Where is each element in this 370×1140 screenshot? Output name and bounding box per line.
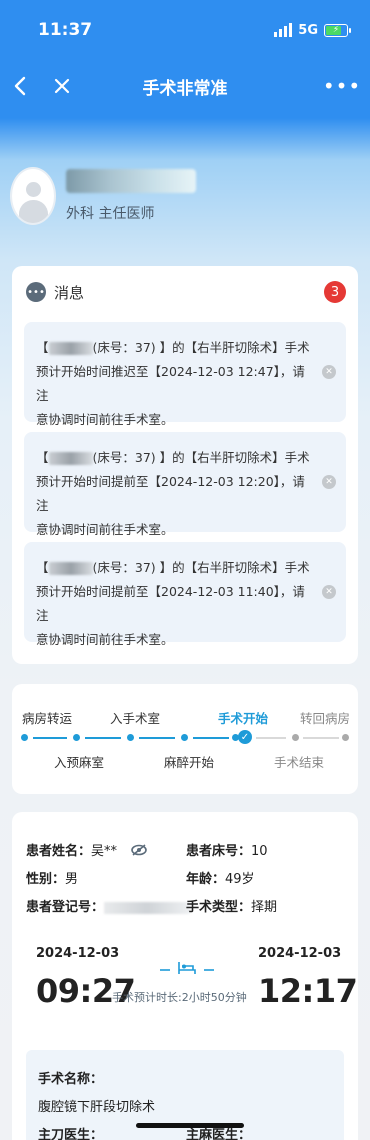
message-item[interactable]: 【 (床号：37) 】的【右半肝切除术】手术 预计开始时间推迟至【2024-12-…	[24, 322, 346, 427]
messages-header: ••• 消息 3	[12, 266, 358, 318]
step-surgery-start: 手术开始	[218, 711, 269, 726]
nav-bar: 手术非常准 •••	[0, 60, 370, 112]
message-item[interactable]: 【 (床号：37) 】的【右半肝切除术】手术 预计开始时间提前至【2024-12-…	[24, 432, 346, 537]
surgery-type-row: 手术类型：择期	[186, 896, 277, 915]
duration-label: 手术预计时长:2小时50分钟	[112, 991, 247, 1004]
step-ward-transfer: 病房转运	[22, 711, 73, 726]
surgeon-label: 主刀医生：	[38, 1128, 104, 1140]
step-enter-or: 入手术室	[110, 711, 161, 726]
message-text: 预计开始时间提前至【2024-12-03 11:40】，请注	[36, 584, 305, 623]
messages-title: 消息	[54, 283, 85, 302]
chat-bubble-icon: •••	[26, 282, 46, 302]
bed-icon	[160, 962, 214, 974]
progress-segment	[256, 737, 286, 739]
message-text: (床号：37) 】的【右半肝切除术】手术	[92, 560, 310, 575]
battery-icon: ⚡	[324, 23, 351, 37]
field-label: 手术类型：	[186, 900, 252, 915]
field-label: 性别：	[26, 872, 66, 887]
message-text: 【	[36, 560, 49, 575]
surgery-progress-card: 病房转运 入手术室 手术开始 转回病房 ✓ 入预麻室 麻醉开始 手术结束	[12, 684, 358, 794]
progress-dot	[181, 734, 188, 741]
patient-name-row: 患者姓名：吴**	[26, 840, 147, 860]
start-date: 2024-12-03	[36, 946, 120, 961]
dismiss-icon[interactable]: ✕	[322, 475, 336, 489]
message-text: 意协调时间前往手术室。	[36, 412, 174, 427]
step-return-ward: 转回病房	[300, 711, 351, 726]
unread-count-badge: 3	[324, 281, 346, 303]
registration-number-redacted	[104, 901, 191, 914]
more-icon[interactable]: •••	[323, 72, 360, 100]
end-time: 12:17	[258, 972, 358, 1010]
close-icon[interactable]	[48, 72, 76, 100]
status-time: 11:37	[38, 20, 93, 40]
end-date: 2024-12-03	[258, 946, 342, 961]
progress-dot	[342, 734, 349, 741]
field-label: 患者姓名：	[26, 844, 92, 859]
message-text: 预计开始时间推迟至【2024-12-03 12:47】，请注	[36, 364, 305, 403]
message-text: 意协调时间前往手术室。	[36, 632, 174, 647]
progress-segment	[139, 737, 175, 739]
progress-dot	[292, 734, 299, 741]
patient-info-card: 患者姓名：吴** 患者床号：10 性别：男 年龄：49岁 患者登记号： 手术类型…	[12, 812, 358, 1140]
patient-name-redacted	[48, 562, 93, 575]
chevron-left-icon[interactable]	[6, 72, 34, 100]
progress-segment	[303, 737, 339, 739]
age-row: 年龄：49岁	[186, 868, 255, 887]
progress-segment	[193, 737, 229, 739]
field-label: 年龄：	[186, 872, 226, 887]
patient-name-redacted	[48, 452, 93, 465]
field-label: 患者登记号：	[26, 900, 105, 915]
doctor-profile: 外科 主任医师	[10, 158, 360, 234]
signal-icon	[274, 23, 293, 37]
bed-number: 10	[251, 844, 268, 859]
message-text: 【	[36, 450, 49, 465]
progress-dot	[21, 734, 28, 741]
message-text: (床号：37) 】的【右半肝切除术】手术	[92, 450, 310, 465]
gender-row: 性别：男	[26, 868, 78, 887]
progress-segment	[33, 737, 67, 739]
patient-name: 吴**	[91, 844, 118, 859]
progress-dot	[73, 734, 80, 741]
patient-name-redacted	[48, 342, 93, 355]
status-indicators: 5G ⚡	[274, 22, 351, 38]
message-text: 意协调时间前往手术室。	[36, 522, 174, 537]
step-surgery-end: 手术结束	[274, 755, 325, 770]
current-step-check-icon: ✓	[238, 730, 252, 744]
eye-slash-icon[interactable]	[131, 843, 147, 860]
avatar	[10, 167, 56, 225]
message-text: 【	[36, 340, 49, 355]
dismiss-icon[interactable]: ✕	[322, 365, 336, 379]
operation-name-label: 手术名称：	[38, 1072, 104, 1087]
surgery-type: 择期	[251, 900, 278, 915]
message-item[interactable]: 【 (床号：37) 】的【右半肝切除术】手术 预计开始时间提前至【2024-12-…	[24, 542, 346, 647]
field-label: 患者床号：	[186, 844, 252, 859]
bed-number-row: 患者床号：10	[186, 840, 268, 859]
gender-value: 男	[65, 872, 79, 887]
status-bar: 11:37 5G ⚡	[0, 0, 370, 60]
progress-segment	[85, 737, 121, 739]
age-value: 49岁	[225, 872, 255, 887]
message-text: 预计开始时间提前至【2024-12-03 12:20】，请注	[36, 474, 305, 513]
operation-name: 腹腔镜下肝段切除术	[38, 1100, 156, 1115]
messages-card: ••• 消息 3 【 (床号：37) 】的【右半肝切除术】手术 预计开始时间推迟至…	[12, 266, 358, 664]
doctor-department-title: 外科 主任医师	[66, 206, 155, 222]
step-pre-anesthesia: 入预麻室	[54, 755, 105, 770]
doctor-name-redacted	[66, 169, 196, 193]
network-label: 5G	[298, 22, 318, 38]
dismiss-icon[interactable]: ✕	[322, 585, 336, 599]
home-indicator[interactable]	[136, 1123, 244, 1128]
progress-dot	[127, 734, 134, 741]
step-anesthesia-start: 麻醉开始	[164, 755, 215, 770]
registration-row: 患者登记号：	[26, 896, 191, 915]
message-text: (床号：37) 】的【右半肝切除术】手术	[92, 340, 310, 355]
